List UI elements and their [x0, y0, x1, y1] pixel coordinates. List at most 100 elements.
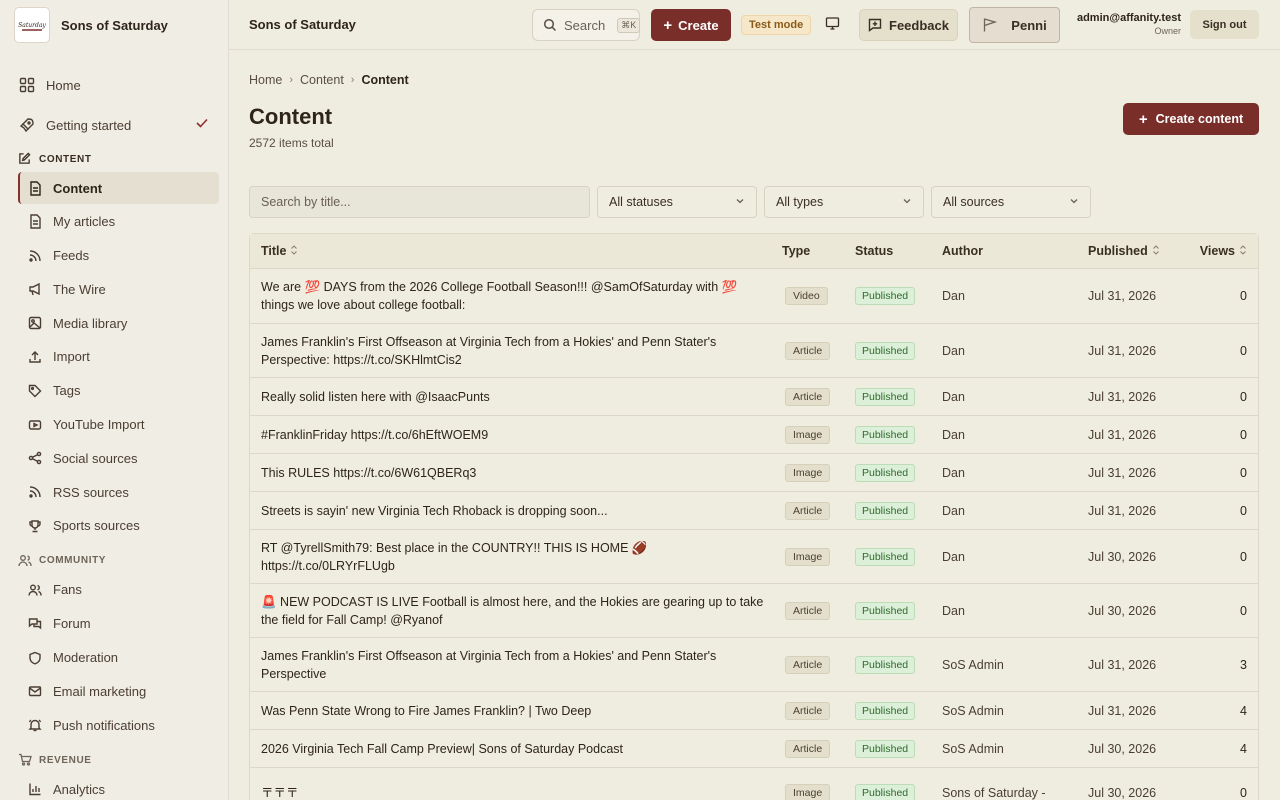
status-filter[interactable]: All statuses: [597, 186, 757, 218]
search-shortcut: ⌘K: [617, 17, 641, 33]
plus-icon: +: [663, 16, 673, 34]
row-title[interactable]: 〒〒〒: [250, 784, 782, 800]
table-row[interactable]: We are 💯 DAYS from the 2026 College Foot…: [250, 269, 1258, 324]
search-button[interactable]: Search ⌘K: [532, 9, 641, 41]
filters-bar: All statuses All types All sources: [249, 186, 1091, 218]
sidebar-item-analytics[interactable]: Analytics: [18, 773, 219, 800]
table-row[interactable]: James Franklin's First Offseason at Virg…: [250, 324, 1258, 378]
row-title[interactable]: Streets is sayin' new Virginia Tech Rhob…: [250, 502, 782, 520]
chevron-down-icon: [1069, 195, 1079, 209]
sidebar-item-label: Push notifications: [53, 717, 155, 733]
sidebar-item-my-articles[interactable]: My articles: [18, 206, 219, 238]
row-views: 0: [1240, 289, 1247, 303]
breadcrumb-home[interactable]: Home: [249, 73, 282, 87]
sidebar-item-import[interactable]: Import: [18, 341, 219, 373]
column-type: Type: [782, 244, 811, 258]
row-title[interactable]: 2026 Virginia Tech Fall Camp Preview| So…: [250, 740, 782, 758]
type-badge: Article: [785, 739, 831, 758]
penni-button[interactable]: Penni: [969, 7, 1060, 43]
table-row[interactable]: Really solid listen here with @IsaacPunt…: [250, 378, 1258, 416]
table-row[interactable]: 2026 Virginia Tech Fall Camp Preview| So…: [250, 730, 1258, 768]
sidebar-item-label: Moderation: [53, 650, 119, 666]
row-title[interactable]: James Franklin's First Offseason at Virg…: [250, 647, 782, 683]
row-published: Jul 31, 2026: [1088, 657, 1157, 672]
row-views: 0: [1240, 549, 1247, 564]
table-row[interactable]: This RULES https://t.co/6W61QBERq3 Image…: [250, 454, 1258, 492]
sidebar-item-getting-started[interactable]: Getting started: [18, 108, 219, 142]
row-published: Jul 31, 2026: [1088, 289, 1157, 303]
sidebar-item-media-library[interactable]: Media library: [18, 307, 219, 339]
sidebar-item-home[interactable]: Home: [18, 68, 219, 102]
sidebar-item-fans[interactable]: Fans: [18, 574, 219, 606]
row-title[interactable]: James Franklin's First Offseason at Virg…: [250, 333, 782, 369]
table-row[interactable]: Was Penn State Wrong to Fire James Frank…: [250, 692, 1258, 730]
row-title[interactable]: This RULES https://t.co/6W61QBERq3: [250, 464, 782, 482]
table-row[interactable]: 🚨 NEW PODCAST IS LIVE Football is almost…: [250, 584, 1258, 638]
column-published[interactable]: Published: [1088, 244, 1182, 259]
sidebar-item-label: Fans: [53, 582, 82, 598]
table-row[interactable]: #FranklinFriday https://t.co/6hEftWOEM9 …: [250, 416, 1258, 454]
sidebar-item-youtube-import[interactable]: YouTube Import: [18, 409, 219, 441]
status-badge: Published: [855, 739, 916, 758]
sidebar-item-rss-sources[interactable]: RSS sources: [18, 476, 219, 508]
table-row[interactable]: Streets is sayin' new Virginia Tech Rhob…: [250, 492, 1258, 530]
row-published: Jul 30, 2026: [1088, 786, 1157, 800]
document-icon: [27, 214, 43, 230]
status-badge: Published: [855, 425, 916, 444]
message-plus-icon: [868, 18, 882, 32]
create-content-button[interactable]: + Create content: [1123, 103, 1259, 135]
brand[interactable]: Saturday Sons of Saturday: [0, 0, 228, 50]
rss-icon: [27, 248, 43, 264]
row-views: 0: [1240, 503, 1247, 518]
sidebar-item-email-marketing[interactable]: Email marketing: [18, 675, 219, 707]
row-published: Jul 31, 2026: [1088, 503, 1157, 518]
table-row[interactable]: RT @TyrellSmith79: Best place in the COU…: [250, 530, 1258, 584]
sidebar-item-sports-sources[interactable]: Sports sources: [18, 510, 219, 542]
row-views: 4: [1240, 703, 1247, 718]
type-filter[interactable]: All types: [764, 186, 924, 218]
breadcrumb-content[interactable]: Content: [300, 73, 344, 87]
bell-icon: [27, 717, 43, 733]
row-author: Dan: [942, 549, 965, 564]
column-title[interactable]: Title: [250, 242, 782, 261]
sidebar-item-label: Analytics: [53, 781, 106, 797]
row-title[interactable]: #FranklinFriday https://t.co/6hEftWOEM9: [250, 426, 782, 444]
column-author: Author: [942, 244, 983, 258]
row-published: Jul 30, 2026: [1088, 741, 1157, 756]
brand-logo: Saturday: [14, 7, 50, 43]
sidebar-item-moderation[interactable]: Moderation: [18, 642, 219, 674]
row-author: Dan: [942, 389, 965, 404]
monitor-icon[interactable]: [825, 16, 840, 34]
feedback-button[interactable]: Feedback: [859, 9, 958, 41]
table-row[interactable]: James Franklin's First Offseason at Virg…: [250, 638, 1258, 692]
row-title[interactable]: Was Penn State Wrong to Fire James Frank…: [250, 702, 782, 720]
brand-name: Sons of Saturday: [61, 17, 168, 33]
row-title[interactable]: 🚨 NEW PODCAST IS LIVE Football is almost…: [250, 593, 782, 629]
svg-text:Saturday: Saturday: [18, 22, 46, 29]
create-button[interactable]: + Create: [651, 9, 731, 41]
section-content: CONTENT: [18, 148, 228, 170]
row-author: SoS Admin: [942, 703, 1004, 718]
row-title[interactable]: We are 💯 DAYS from the 2026 College Foot…: [250, 278, 782, 314]
user-menu[interactable]: admin@affanity.test Owner: [1071, 12, 1181, 36]
status-badge: Published: [855, 501, 916, 520]
type-badge: Image: [785, 463, 831, 482]
sign-out-button[interactable]: Sign out: [1190, 10, 1259, 39]
row-title[interactable]: Really solid listen here with @IsaacPunt…: [250, 388, 782, 406]
sidebar-item-push-notifications[interactable]: Push notifications: [18, 709, 219, 741]
sidebar-item-forum[interactable]: Forum: [18, 608, 219, 640]
column-views[interactable]: Views: [1182, 244, 1258, 259]
sidebar-item-the-wire[interactable]: The Wire: [18, 273, 219, 305]
sidebar-item-label: Feeds: [53, 248, 90, 264]
table-row[interactable]: 〒〒〒 Image Published Sons of Saturday - J…: [250, 768, 1258, 800]
sidebar-item-feeds[interactable]: Feeds: [18, 240, 219, 272]
sidebar-item-label: Getting started: [46, 117, 132, 133]
search-title-input[interactable]: [249, 186, 590, 218]
sidebar-item-content[interactable]: Content: [18, 172, 219, 204]
flag-icon: [982, 17, 998, 33]
sidebar-item-social-sources[interactable]: Social sources: [18, 442, 219, 474]
sidebar-item-tags[interactable]: Tags: [18, 375, 219, 407]
source-filter[interactable]: All sources: [931, 186, 1091, 218]
row-title[interactable]: RT @TyrellSmith79: Best place in the COU…: [250, 539, 782, 575]
type-badge: Image: [785, 425, 831, 444]
